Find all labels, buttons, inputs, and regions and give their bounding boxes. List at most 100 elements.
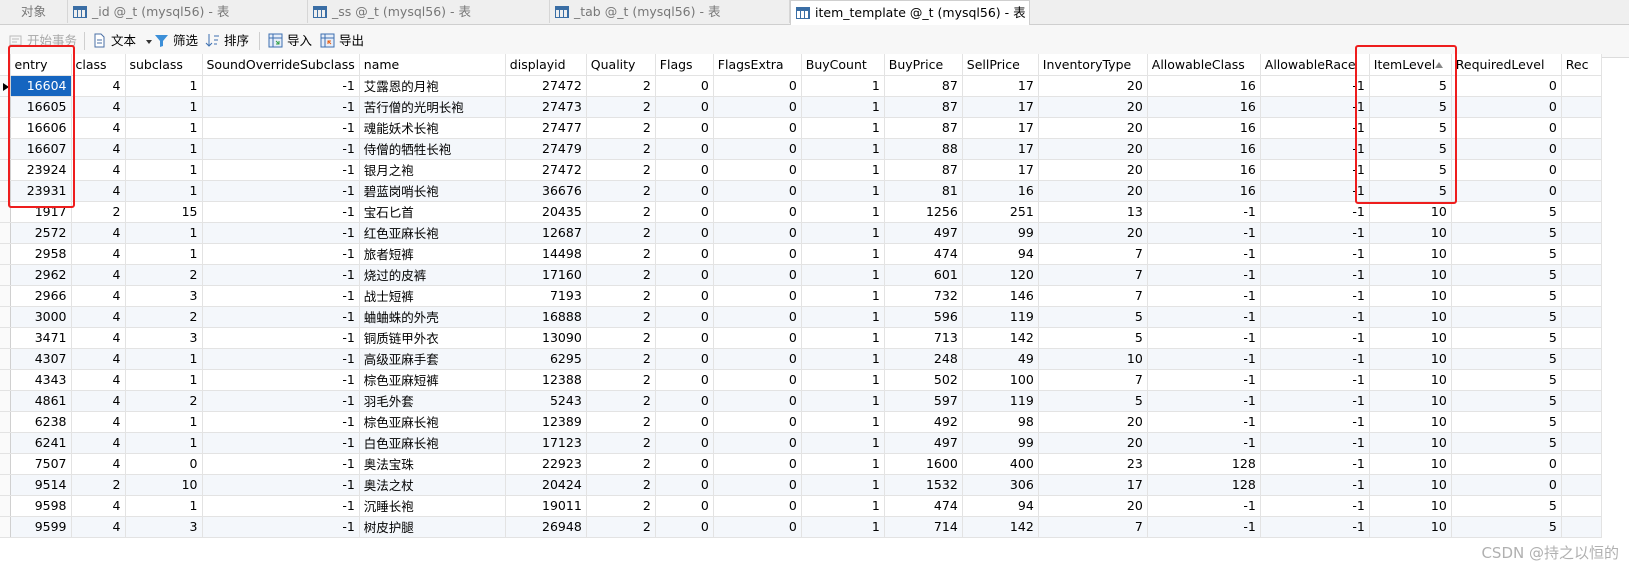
cell-rec[interactable] [1561,222,1602,244]
cell-requiredlevel[interactable]: 5 [1451,369,1562,391]
cell-inventorytype[interactable]: 20 [1038,138,1148,160]
cell-rec[interactable] [1561,453,1602,475]
cell-inventorytype[interactable]: 20 [1038,117,1148,139]
cell-class[interactable]: 4 [71,96,126,118]
table-row[interactable]: 4307 4 1 -1 高级亚麻手套 6295 2 0 0 1 248 49 10 -1 -1 10 5 [0,348,1602,370]
column-header[interactable]: AllowableRace [1260,54,1370,76]
tab-id-table[interactable]: _id @_t (mysql56) - 表 [68,0,308,23]
cell-subclass[interactable]: 1 [125,117,203,139]
cell-quality[interactable]: 2 [586,411,656,433]
cell-name[interactable]: 红色亚麻长袍 [359,222,506,244]
cell-name[interactable]: 棕色亚麻短裤 [359,369,506,391]
cell-soundoverridesubclass[interactable]: -1 [202,348,360,370]
row-indicator[interactable] [0,285,11,307]
cell-subclass[interactable]: 2 [125,390,203,412]
cell-inventorytype[interactable]: 13 [1038,201,1148,223]
cell-subclass[interactable]: 3 [125,327,203,349]
cell-buycount[interactable]: 1 [801,159,885,181]
cell-displayid[interactable]: 27479 [505,138,587,160]
cell-rec[interactable] [1561,75,1602,97]
column-header[interactable]: class [71,54,126,76]
cell-quality[interactable]: 2 [586,201,656,223]
cell-buycount[interactable]: 1 [801,306,885,328]
cell-subclass[interactable]: 15 [125,201,203,223]
cell-inventorytype[interactable]: 20 [1038,180,1148,202]
cell-buycount[interactable]: 1 [801,243,885,265]
cell-rec[interactable] [1561,180,1602,202]
cell-allowablerace[interactable]: -1 [1260,159,1370,181]
cell-sellprice[interactable]: 94 [962,243,1039,265]
cell-rec[interactable] [1561,327,1602,349]
cell-entry[interactable]: 9599 [10,516,72,538]
cell-soundoverridesubclass[interactable]: -1 [202,222,360,244]
cell-soundoverridesubclass[interactable]: -1 [202,411,360,433]
cell-inventorytype[interactable]: 5 [1038,327,1148,349]
cell-allowableclass[interactable]: -1 [1147,495,1261,517]
cell-requiredlevel[interactable]: 0 [1451,474,1562,496]
cell-rec[interactable] [1561,348,1602,370]
cell-soundoverridesubclass[interactable]: -1 [202,138,360,160]
row-indicator[interactable] [0,411,11,433]
cell-subclass[interactable]: 1 [125,348,203,370]
cell-class[interactable]: 4 [71,306,126,328]
cell-buycount[interactable]: 1 [801,474,885,496]
column-header[interactable]: SoundOverrideSubclass [202,54,360,76]
column-header[interactable]: BuyPrice [884,54,963,76]
export-button[interactable]: 导出 [320,30,364,52]
cell-quality[interactable]: 2 [586,222,656,244]
cell-displayid[interactable]: 16888 [505,306,587,328]
cell-rec[interactable] [1561,390,1602,412]
cell-displayid[interactable]: 20435 [505,201,587,223]
cell-quality[interactable]: 2 [586,453,656,475]
cell-rec[interactable] [1561,96,1602,118]
cell-subclass[interactable]: 1 [125,222,203,244]
cell-itemlevel[interactable]: 10 [1369,306,1452,328]
cell-flags[interactable]: 0 [655,285,714,307]
cell-entry[interactable]: 2958 [10,243,72,265]
cell-buycount[interactable]: 1 [801,285,885,307]
cell-itemlevel[interactable]: 10 [1369,432,1452,454]
cell-requiredlevel[interactable]: 5 [1451,390,1562,412]
cell-soundoverridesubclass[interactable]: -1 [202,474,360,496]
cell-itemlevel[interactable]: 10 [1369,390,1452,412]
cell-sellprice[interactable]: 17 [962,138,1039,160]
cell-entry[interactable]: 4861 [10,390,72,412]
cell-rec[interactable] [1561,432,1602,454]
table-row[interactable]: 2572 4 1 -1 红色亚麻长袍 12687 2 0 0 1 497 99 20 -1 -1 10 5 [0,222,1602,244]
cell-buyprice[interactable]: 597 [884,390,963,412]
column-header[interactable]: Rec [1561,54,1602,76]
row-indicator[interactable] [0,432,11,454]
cell-name[interactable]: 羽毛外套 [359,390,506,412]
cell-rec[interactable] [1561,285,1602,307]
cell-inventorytype[interactable]: 17 [1038,474,1148,496]
table-row[interactable]: 1917 2 15 -1 宝石匕首 20435 2 0 0 1 1256 251 13 -1 -1 10 5 [0,201,1602,223]
cell-flagsextra[interactable]: 0 [713,96,802,118]
cell-allowableclass[interactable]: -1 [1147,285,1261,307]
cell-buycount[interactable]: 1 [801,138,885,160]
cell-allowablerace[interactable]: -1 [1260,96,1370,118]
cell-displayid[interactable]: 22923 [505,453,587,475]
cell-name[interactable]: 沉睡长袍 [359,495,506,517]
cell-allowablerace[interactable]: -1 [1260,138,1370,160]
cell-requiredlevel[interactable]: 5 [1451,243,1562,265]
cell-allowableclass[interactable]: -1 [1147,201,1261,223]
cell-quality[interactable]: 2 [586,75,656,97]
cell-buyprice[interactable]: 88 [884,138,963,160]
cell-allowablerace[interactable]: -1 [1260,495,1370,517]
cell-quality[interactable]: 2 [586,96,656,118]
cell-displayid[interactable]: 7193 [505,285,587,307]
cell-name[interactable]: 旅者短裤 [359,243,506,265]
cell-allowablerace[interactable]: -1 [1260,222,1370,244]
cell-sellprice[interactable]: 99 [962,222,1039,244]
cell-sellprice[interactable]: 146 [962,285,1039,307]
cell-rec[interactable] [1561,117,1602,139]
cell-allowableclass[interactable]: 16 [1147,75,1261,97]
cell-soundoverridesubclass[interactable]: -1 [202,201,360,223]
cell-subclass[interactable]: 1 [125,96,203,118]
cell-subclass[interactable]: 3 [125,285,203,307]
cell-class[interactable]: 4 [71,369,126,391]
cell-buyprice[interactable]: 87 [884,117,963,139]
cell-rec[interactable] [1561,264,1602,286]
table-row[interactable]: 2958 4 1 -1 旅者短裤 14498 2 0 0 1 474 94 7 -1 -1 10 5 [0,243,1602,265]
cell-flagsextra[interactable]: 0 [713,180,802,202]
